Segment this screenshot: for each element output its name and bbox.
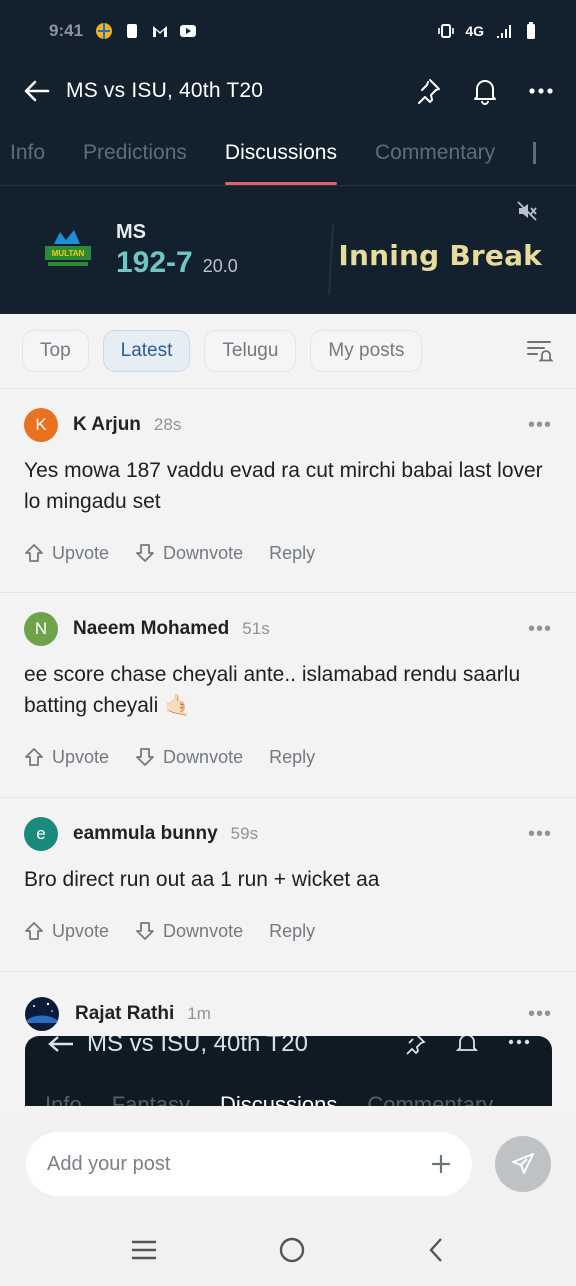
- reply-button[interactable]: Reply: [269, 543, 315, 564]
- filter-latest[interactable]: Latest: [102, 330, 191, 372]
- post-time: 59s: [230, 824, 259, 843]
- tab-predictions[interactable]: Predictions: [83, 120, 187, 185]
- pin-icon[interactable]: [414, 77, 442, 105]
- preview-more-icon: [508, 1039, 530, 1045]
- downvote-arrow-icon: [136, 922, 154, 940]
- post-time: 51s: [242, 619, 270, 638]
- post-more-icon[interactable]: •••: [528, 823, 552, 846]
- author-name[interactable]: Naeem Mohamed: [73, 618, 229, 640]
- preview-title: MS vs ISU, 40th T20: [87, 1036, 308, 1057]
- tab-info[interactable]: Info: [10, 120, 45, 185]
- match-status: Inning Break: [338, 239, 542, 272]
- upvote-arrow-icon: [25, 748, 43, 766]
- back-nav-icon[interactable]: [426, 1236, 446, 1264]
- downvote-arrow-icon: [136, 544, 154, 562]
- preview-bell-icon: [456, 1036, 478, 1051]
- post-more-icon[interactable]: •••: [528, 414, 552, 437]
- team-score: 192-7: [116, 245, 193, 279]
- post-input-placeholder: Add your post: [47, 1152, 171, 1175]
- top-dark-panel: 9:41 4G MS vs ISU, 40th T20 Info Predict…: [0, 0, 576, 314]
- preview-back-arrow-icon: [48, 1036, 73, 1052]
- upvote-arrow-icon: [25, 922, 43, 940]
- tab-overflow[interactable]: [533, 120, 539, 185]
- downvote-button[interactable]: Downvote: [135, 747, 243, 768]
- status-time: 9:41: [49, 21, 84, 40]
- preview-tabs: Info Fantasy Discussions Commentary: [45, 1092, 494, 1106]
- score-divider: [328, 224, 334, 294]
- match-tabs: Info Predictions Discussions Commentary: [0, 120, 576, 186]
- author-name[interactable]: K Arjun: [73, 414, 141, 436]
- post-item: N Naeem Mohamed 51s ••• ee score chase c…: [0, 592, 576, 797]
- team-logo: MULTAN: [45, 230, 91, 266]
- add-attachment-icon[interactable]: [426, 1149, 456, 1179]
- tab-discussions[interactable]: Discussions: [224, 120, 338, 185]
- youtube-icon: [180, 25, 197, 37]
- post-content: Bro direct run out aa 1 run + wicket aa: [24, 868, 380, 891]
- scorecard: MULTAN MS 192-7 20.0 Inning Break: [0, 186, 576, 314]
- post-time: 1m: [187, 1004, 211, 1023]
- app-header: MS vs ISU, 40th T20: [0, 62, 576, 120]
- upvote-button[interactable]: Upvote: [24, 747, 109, 768]
- author-name[interactable]: eammula bunny: [73, 823, 218, 845]
- composer-bar: Add your post: [0, 1112, 576, 1214]
- signal-icon: [497, 25, 511, 38]
- author-name[interactable]: Rajat Rathi: [75, 1003, 174, 1025]
- upvote-button[interactable]: Upvote: [24, 921, 109, 942]
- avatar[interactable]: N: [24, 612, 58, 646]
- avatar[interactable]: K: [24, 408, 58, 442]
- sim-icon: [127, 24, 138, 38]
- vibrate-icon: [438, 24, 455, 38]
- preview-pin-icon: [406, 1036, 426, 1055]
- filter-top[interactable]: Top: [22, 330, 89, 372]
- overs: 20.0: [202, 255, 238, 276]
- status-bar: 9:41 4G: [0, 0, 576, 62]
- downvote-button[interactable]: Downvote: [135, 921, 243, 942]
- post-content: Yes mowa 187 vaddu evad ra cut mirchi ba…: [24, 459, 543, 513]
- filter-telugu[interactable]: Telugu: [204, 330, 297, 372]
- upvote-button[interactable]: Upvote: [24, 543, 109, 564]
- network-label: 4G: [465, 23, 484, 39]
- filter-settings-icon[interactable]: [526, 338, 554, 364]
- reply-button[interactable]: Reply: [269, 747, 315, 768]
- reply-button[interactable]: Reply: [269, 921, 315, 942]
- post-more-icon[interactable]: •••: [528, 1003, 552, 1026]
- globe-app-icon: [96, 23, 113, 39]
- avatar[interactable]: e: [24, 817, 58, 851]
- post-time: 28s: [153, 415, 182, 434]
- page-title: MS vs ISU, 40th T20: [66, 79, 264, 102]
- send-button[interactable]: [495, 1136, 551, 1192]
- gmail-icon: [153, 26, 168, 37]
- post-image-preview[interactable]: MS vs ISU, 40th T20 Info Fantasy Discuss…: [25, 1036, 552, 1106]
- downvote-arrow-icon: [136, 748, 154, 766]
- bell-icon[interactable]: [472, 77, 498, 105]
- discussion-filters: Top Latest Telugu My posts: [0, 314, 576, 388]
- back-arrow-icon[interactable]: [22, 76, 52, 106]
- avatar-image[interactable]: [24, 996, 60, 1032]
- posts-list: K K Arjun 28s ••• Yes mowa 187 vaddu eva…: [0, 388, 576, 1131]
- battery-icon: [527, 22, 535, 39]
- downvote-button[interactable]: Downvote: [135, 543, 243, 564]
- tab-commentary[interactable]: Commentary: [375, 120, 495, 185]
- post-item: e eammula bunny 59s ••• Bro direct run o…: [0, 797, 576, 971]
- post-item: K K Arjun 28s ••• Yes mowa 187 vaddu eva…: [0, 388, 576, 592]
- recent-apps-icon[interactable]: [130, 1239, 158, 1261]
- home-icon[interactable]: [278, 1236, 306, 1264]
- filter-my-posts[interactable]: My posts: [310, 330, 423, 372]
- post-input[interactable]: Add your post: [26, 1132, 472, 1196]
- team-name: MS: [116, 220, 146, 243]
- send-icon: [512, 1153, 534, 1174]
- mute-icon[interactable]: [516, 200, 538, 222]
- team-logo-text: MULTAN: [52, 249, 85, 258]
- post-content: ee score chase cheyali ante.. islamabad …: [24, 663, 521, 717]
- post-more-icon[interactable]: •••: [528, 618, 552, 641]
- system-nav-bar: [0, 1214, 576, 1286]
- upvote-arrow-icon: [25, 544, 43, 562]
- more-options-icon[interactable]: [528, 77, 554, 105]
